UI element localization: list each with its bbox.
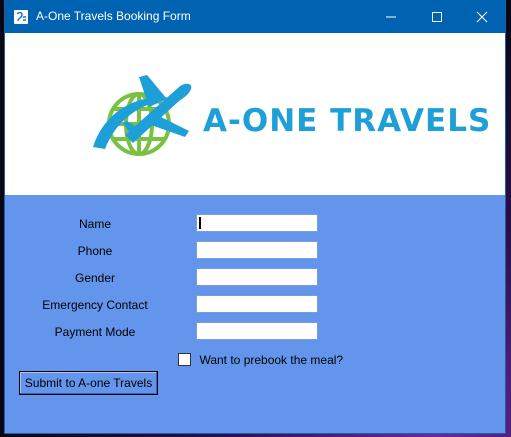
minimize-button[interactable] — [368, 0, 414, 33]
close-button[interactable] — [459, 0, 505, 33]
name-label: Name — [78, 217, 111, 231]
app-icon — [14, 10, 28, 24]
payment-mode-label: Payment Mode — [54, 325, 136, 339]
meal-checkbox[interactable] — [178, 353, 191, 367]
text-caret — [199, 217, 201, 229]
logo-banner: A-ONE TRAVELS — [5, 33, 505, 195]
meal-checkbox-row[interactable]: Want to prebook the meal? — [178, 351, 343, 369]
minimize-icon — [386, 16, 396, 18]
booking-window: A-One Travels Booking Form A-ONE TRAVELS… — [5, 0, 505, 433]
emergency-contact-label: Emergency Contact — [42, 298, 148, 312]
phone-label: Phone — [77, 244, 113, 258]
title-bar[interactable]: A-One Travels Booking Form — [5, 0, 505, 33]
maximize-icon — [432, 12, 442, 22]
payment-mode-input[interactable] — [196, 322, 318, 340]
gender-label: Gender — [74, 271, 116, 285]
submit-button[interactable]: Submit to A-one Travels — [19, 371, 158, 395]
gender-input[interactable] — [196, 268, 318, 286]
maximize-button[interactable] — [414, 0, 460, 33]
globe-airplane-logo — [93, 75, 192, 156]
name-input[interactable] — [196, 214, 318, 232]
emergency-contact-input[interactable] — [196, 295, 318, 313]
window-title: A-One Travels Booking Form — [36, 9, 191, 23]
close-icon — [476, 11, 488, 23]
meal-checkbox-label: Want to prebook the meal? — [199, 352, 344, 367]
logo-text: A-ONE TRAVELS — [203, 103, 492, 139]
phone-input[interactable] — [196, 241, 318, 259]
